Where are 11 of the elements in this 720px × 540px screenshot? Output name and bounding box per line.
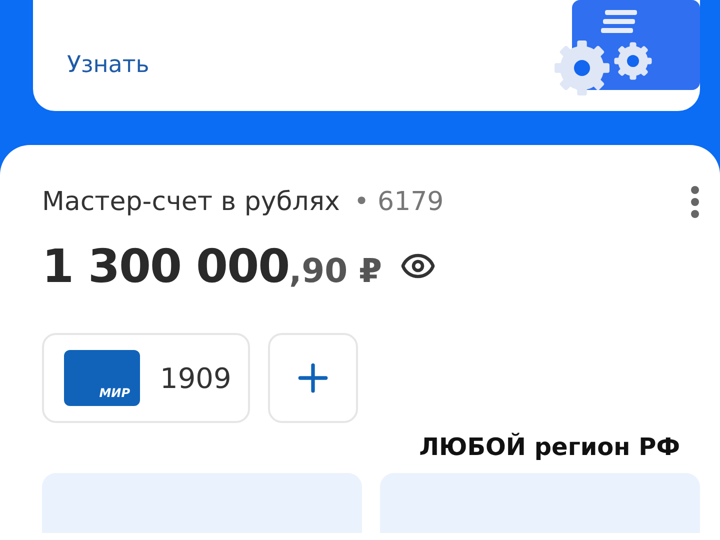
balance-fraction: ,90 ₽ [289, 251, 382, 290]
add-card-button[interactable] [268, 333, 358, 423]
balance-amount: 1 300 000 [42, 239, 290, 293]
card-brand: МИР [99, 386, 130, 400]
account-title: Мастер-счет в рублях [42, 187, 340, 217]
more-icon[interactable] [690, 185, 700, 219]
card-button[interactable]: МИР 1909 [42, 333, 250, 423]
caption-text: ЛЮБОЙ регион РФ [419, 433, 680, 461]
card-number: 1909 [160, 362, 232, 394]
learn-link[interactable]: Узнать [67, 52, 150, 78]
account-number: • 6179 [354, 187, 445, 217]
